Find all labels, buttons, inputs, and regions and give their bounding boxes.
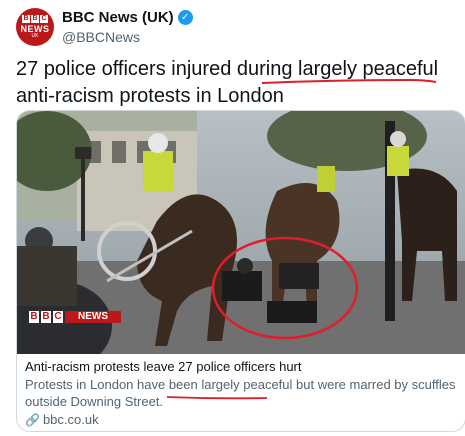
card-underline-annotation [166, 396, 268, 400]
link-card[interactable]: B B C NEWS Anti-racism protests leave 27… [16, 110, 465, 432]
tweet: B B C NEWS UK BBC News (UK) ✓ @BBCNews 2… [0, 0, 465, 436]
